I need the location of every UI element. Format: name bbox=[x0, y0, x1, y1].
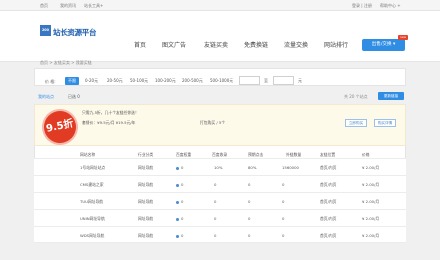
cell-site-name[interactable]: UNIN网址导航 bbox=[80, 216, 105, 222]
cell-outlinks: 0 bbox=[282, 182, 285, 187]
promo-line-2: 套餐价：¥9.5元/月 ¥19.5元/年 bbox=[82, 120, 136, 125]
table-row[interactable]: UNIN网址导航 网址导航 0 0 0 0 首页/内页 ¥ 2.00/月 bbox=[34, 209, 406, 226]
price-option-20-50[interactable]: 20-50元 bbox=[104, 77, 126, 85]
price-filter-label: 价 格: bbox=[45, 79, 56, 84]
cell-site-name[interactable]: WDS网址导航 bbox=[80, 233, 104, 239]
top-bar: 首页 我的资讯 站长工具+ 登录 | 注册 帮助中心 + bbox=[0, 0, 440, 11]
selected-count: 已选 0 bbox=[68, 94, 80, 99]
weight-icon bbox=[176, 200, 179, 204]
cell-outlinks: 0 bbox=[282, 199, 285, 204]
cell-industry: 网址导航 bbox=[138, 216, 154, 221]
cell-price: ¥ 2.00/月 bbox=[362, 165, 380, 170]
buy-details-button[interactable]: 购买详情 bbox=[374, 119, 396, 127]
cell-index: 0 bbox=[214, 182, 217, 187]
price-option-all[interactable]: 不限 bbox=[65, 77, 79, 85]
cell-outlinks: 1560000 bbox=[282, 165, 299, 170]
cell-position: 首页/内页 bbox=[320, 199, 337, 204]
weight-icon bbox=[176, 217, 179, 221]
cell-index: 10% bbox=[214, 165, 223, 170]
cell-site-name[interactable]: CMS建站之家 bbox=[80, 182, 104, 188]
cell-price: ¥ 2.00/月 bbox=[362, 199, 380, 204]
cell-position: 首页/内页 bbox=[320, 165, 337, 170]
price-max-input[interactable] bbox=[273, 76, 294, 85]
nav-ads[interactable]: 图文广告 bbox=[162, 40, 186, 49]
price-option-500-1000[interactable]: 500-1000元 bbox=[207, 77, 236, 85]
top-link-account[interactable]: 我的资讯 bbox=[60, 3, 76, 9]
table-row[interactable]: 1号站网址站点 网址导航 0 10% 80% 1560000 首页/内页 ¥ 2… bbox=[34, 158, 406, 175]
logo-text[interactable]: 站长资源平台 bbox=[53, 27, 97, 38]
cell-clicks: 0 bbox=[248, 182, 251, 187]
nav-traffic[interactable]: 流量交换 bbox=[284, 40, 308, 49]
cell-clicks: 80% bbox=[248, 165, 257, 170]
nav-links[interactable]: 友链买卖 bbox=[204, 40, 228, 49]
price-option-200-500[interactable]: 200-500元 bbox=[179, 77, 206, 85]
cell-weight: 0 bbox=[181, 182, 184, 187]
table-row[interactable]: CMS建站之家 网址导航 0 0 0 0 首页/内页 ¥ 2.00/月 bbox=[34, 175, 406, 192]
cell-position: 首页/内页 bbox=[320, 182, 337, 187]
table-row[interactable]: WDS网址导航 网址导航 0 0 0 0 首页/内页 ¥ 2.00/月 bbox=[34, 226, 406, 243]
nav-exchange[interactable]: 免费换链 bbox=[244, 40, 268, 49]
price-min-input[interactable] bbox=[239, 76, 260, 85]
cell-industry: 网址导航 bbox=[138, 182, 154, 187]
cell-position: 首页/内页 bbox=[320, 216, 337, 221]
filter-panel: 价 格: 不限 0-20元 20-50元 50-100元 100-200元 20… bbox=[34, 68, 406, 86]
price-option-100-200[interactable]: 100-200元 bbox=[152, 77, 179, 85]
top-link-home[interactable]: 首页 bbox=[40, 3, 48, 9]
top-link-join[interactable]: 站长工具+ bbox=[84, 3, 103, 9]
site-count: 共 20 个站点 bbox=[344, 94, 368, 99]
nav-rank[interactable]: 网站排行 bbox=[324, 40, 348, 49]
price-option-50-100[interactable]: 50-100元 bbox=[127, 77, 151, 85]
breadcrumb: 首页 > 友链买卖 > 我要买链 bbox=[40, 60, 92, 65]
promo-line-1: 只需九.5折，几十个友链任你选！ bbox=[82, 110, 139, 115]
table-row[interactable]: TUU网址导航 网址导航 0 0 0 0 首页/内页 ¥ 2.00/月 bbox=[34, 192, 406, 209]
price-range-separator: 至 bbox=[264, 78, 268, 83]
price-unit: 元 bbox=[298, 78, 302, 83]
cell-price: ¥ 2.00/月 bbox=[362, 216, 380, 221]
cell-index: 0 bbox=[214, 199, 217, 204]
cell-weight: 0 bbox=[181, 216, 184, 221]
cell-industry: 网址导航 bbox=[138, 199, 154, 204]
nav-home[interactable]: 首页 bbox=[134, 40, 146, 49]
cell-position: 首页/内页 bbox=[320, 233, 337, 238]
weight-icon bbox=[176, 234, 179, 238]
cell-clicks: 0 bbox=[248, 199, 251, 204]
cell-outlinks: 0 bbox=[282, 216, 285, 221]
top-link-help[interactable]: 帮助中心 + bbox=[380, 3, 401, 9]
buy-now-button[interactable]: 立即购买 bbox=[345, 119, 367, 127]
logo-icon[interactable]: 200 bbox=[40, 25, 51, 36]
weight-icon bbox=[176, 166, 179, 170]
new-badge: new bbox=[398, 35, 408, 40]
cell-price: ¥ 2.00/月 bbox=[362, 233, 380, 238]
sell-exchange-button[interactable]: 出售/交换 ▾ bbox=[362, 39, 405, 51]
cell-weight: 0 bbox=[181, 233, 184, 238]
cell-price: ¥ 2.00/月 bbox=[362, 182, 380, 187]
cell-site-name[interactable]: TUU网址导航 bbox=[80, 199, 103, 205]
cell-outlinks: 0 bbox=[282, 233, 285, 238]
tab-my-sites[interactable]: 我的站点 bbox=[38, 94, 54, 100]
weight-icon bbox=[176, 183, 179, 187]
cell-industry: 网址导航 bbox=[138, 165, 154, 170]
cell-site-name[interactable]: 1号站网址站点 bbox=[80, 165, 105, 171]
top-link-login[interactable]: 登录 | 注册 bbox=[352, 3, 372, 9]
cell-weight: 0 bbox=[181, 165, 184, 170]
cell-weight: 0 bbox=[181, 199, 184, 204]
cell-index: 0 bbox=[214, 216, 217, 221]
cell-index: 0 bbox=[214, 233, 217, 238]
update-links-button[interactable]: 更新链接 bbox=[378, 92, 404, 100]
cell-clicks: 0 bbox=[248, 233, 251, 238]
price-option-0-20[interactable]: 0-20元 bbox=[82, 77, 101, 85]
cell-clicks: 0 bbox=[248, 216, 251, 221]
cell-industry: 网址导航 bbox=[138, 233, 154, 238]
promo-line-3: 打包购买 / 5个 bbox=[200, 120, 226, 125]
